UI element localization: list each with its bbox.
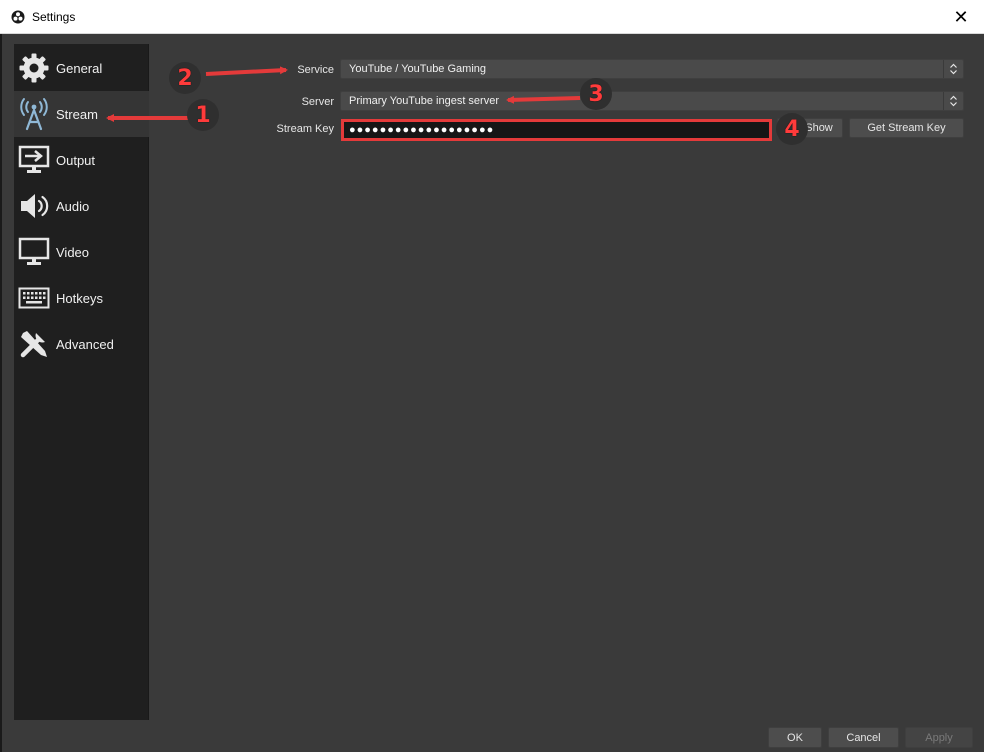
marker-1: 1 xyxy=(187,99,219,131)
arrow-to-service xyxy=(205,66,288,76)
marker-3: 3 xyxy=(580,78,612,110)
arrow-to-server xyxy=(506,95,581,104)
marker-4: 4 xyxy=(776,113,808,145)
marker-2: 2 xyxy=(169,62,201,94)
marker-2-number: 2 xyxy=(177,65,193,91)
marker-3-number: 3 xyxy=(588,81,604,107)
annotation-arrows xyxy=(106,66,581,122)
marker-4-number: 4 xyxy=(784,116,800,142)
marker-1-number: 1 xyxy=(195,102,211,128)
